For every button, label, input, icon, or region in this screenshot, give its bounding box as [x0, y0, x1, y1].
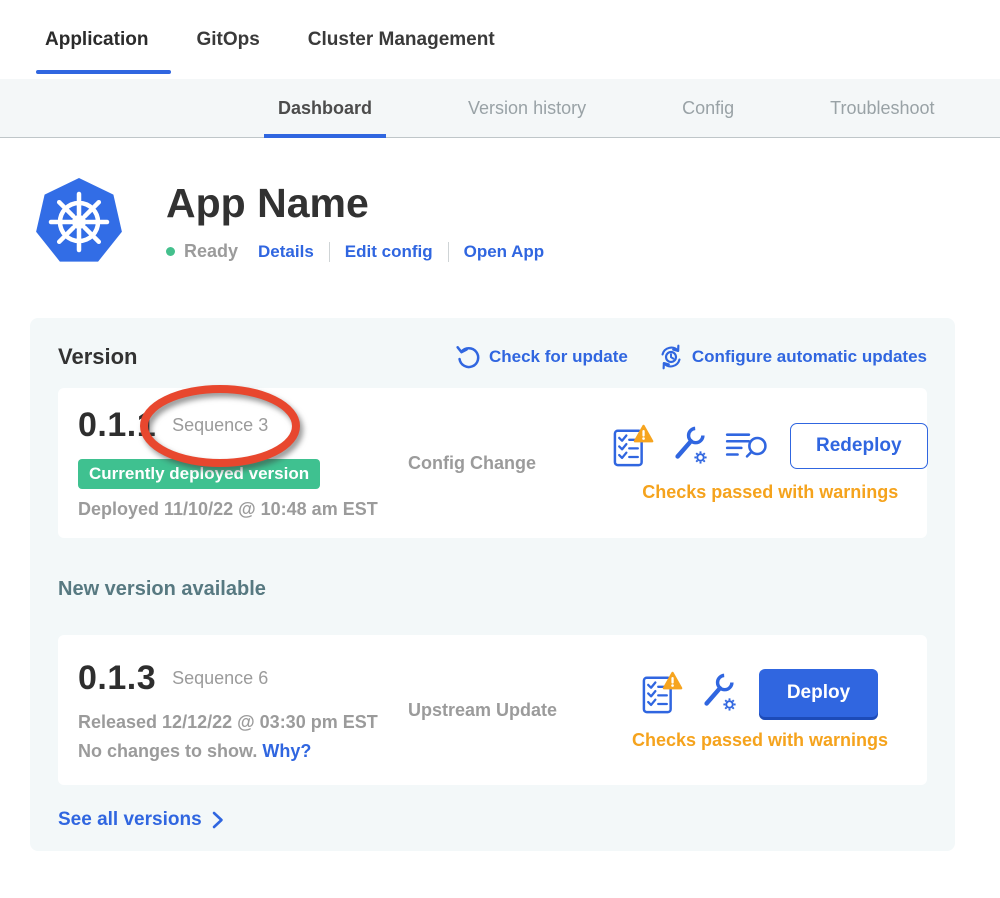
new-version-number: 0.1.3 — [78, 659, 156, 698]
version-panel: Version Check for update — [30, 318, 955, 851]
deploy-button[interactable]: Deploy — [759, 669, 878, 717]
tab-config[interactable]: Config — [682, 79, 734, 138]
current-checks-status: Checks passed with warnings — [642, 482, 898, 503]
chevron-right-icon — [212, 811, 224, 829]
no-changes-line: No changes to show. Why? — [78, 741, 408, 762]
divider — [329, 242, 330, 262]
new-version-check-icons — [642, 670, 740, 716]
preflight-checklist-warning-icon[interactable] — [613, 423, 655, 469]
status-dot-icon — [166, 247, 175, 256]
version-panel-header: Version Check for update — [58, 344, 927, 370]
tab-dashboard[interactable]: Dashboard — [278, 79, 372, 138]
new-checks-status: Checks passed with warnings — [632, 730, 888, 751]
tab-version-history[interactable]: Version history — [468, 79, 586, 138]
page-title: App Name — [166, 181, 544, 226]
new-version-card: 0.1.3 Sequence 6 Released 12/12/22 @ 03:… — [58, 635, 927, 785]
open-app-link[interactable]: Open App — [464, 242, 545, 262]
current-version-actions: Redeploy Checks passed with warnings — [613, 423, 928, 503]
tab-cluster-management[interactable]: Cluster Management — [308, 0, 495, 79]
config-wrench-gear-icon[interactable] — [669, 424, 711, 468]
current-version-source: Config Change — [408, 453, 613, 474]
currently-deployed-badge: Currently deployed version — [78, 459, 320, 489]
auto-update-clock-icon — [658, 344, 684, 370]
tab-application[interactable]: Application — [45, 0, 148, 79]
new-version-actions: Deploy Checks passed with warnings — [613, 669, 907, 751]
app-header-text: App Name Ready Details Edit config Open … — [166, 175, 544, 269]
kubernetes-logo-icon — [35, 175, 123, 269]
new-version-source: Upstream Update — [408, 700, 613, 721]
status-badge: Ready — [184, 241, 238, 262]
refresh-icon — [456, 345, 481, 370]
version-heading: Version — [58, 344, 137, 370]
divider — [448, 242, 449, 262]
current-version-sequence: Sequence 3 — [172, 415, 268, 436]
sub-nav: Dashboard Version history Config Trouble… — [0, 79, 1000, 138]
edit-config-link[interactable]: Edit config — [345, 242, 433, 262]
check-for-update-link[interactable]: Check for update — [456, 344, 628, 370]
new-version-sequence: Sequence 6 — [172, 668, 268, 689]
new-version-available-heading: New version available — [58, 578, 927, 601]
current-version-info: 0.1.1 Sequence 3 Currently deployed vers… — [78, 406, 408, 520]
why-link[interactable]: Why? — [262, 741, 311, 761]
configure-automatic-updates-label: Configure automatic updates — [692, 347, 927, 367]
tab-troubleshoot[interactable]: Troubleshoot — [830, 79, 934, 138]
app-header: App Name Ready Details Edit config Open … — [35, 175, 1000, 269]
configure-automatic-updates-link[interactable]: Configure automatic updates — [658, 344, 927, 370]
top-nav: Application GitOps Cluster Management — [0, 0, 1000, 79]
released-timestamp: Released 12/12/22 @ 03:30 pm EST — [78, 712, 408, 733]
see-all-versions-link[interactable]: See all versions — [58, 809, 927, 831]
redeploy-button[interactable]: Redeploy — [790, 423, 928, 469]
check-for-update-label: Check for update — [489, 347, 628, 367]
view-diff-icon[interactable] — [725, 429, 769, 463]
page: Application GitOps Cluster Management Da… — [0, 0, 1000, 898]
version-panel-actions: Check for update Configure automatic upd… — [456, 344, 927, 370]
current-version-check-icons — [613, 423, 769, 469]
deployed-timestamp: Deployed 11/10/22 @ 10:48 am EST — [78, 499, 408, 520]
new-version-info: 0.1.3 Sequence 6 Released 12/12/22 @ 03:… — [78, 659, 408, 762]
see-all-versions-label: See all versions — [58, 809, 202, 831]
details-link[interactable]: Details — [258, 242, 314, 262]
config-wrench-gear-icon[interactable] — [698, 671, 740, 715]
current-version-card: 0.1.1 Sequence 3 Currently deployed vers… — [58, 388, 927, 538]
preflight-checklist-warning-icon[interactable] — [642, 670, 684, 716]
current-version-number: 0.1.1 — [78, 406, 156, 445]
tab-gitops[interactable]: GitOps — [196, 0, 259, 79]
app-status-row: Ready Details Edit config Open App — [166, 241, 544, 262]
